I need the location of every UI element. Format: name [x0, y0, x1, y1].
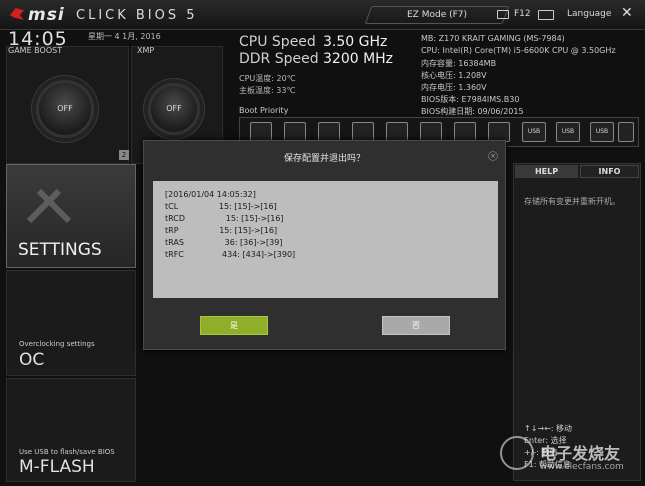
motherboard-temperature: 主板温度: 33℃: [239, 86, 296, 95]
boot-device-usb-icon[interactable]: [454, 122, 476, 142]
change-line: tRP 15: [15]->[16]: [165, 226, 278, 235]
tab-info[interactable]: INFO: [580, 165, 639, 178]
boot-device-usb[interactable]: USB: [556, 122, 580, 142]
ez-mode-label: EZ Mode (F7): [406, 10, 468, 20]
boot-priority-label: Boot Priority: [239, 106, 289, 115]
boot-device-usb[interactable]: USB: [590, 122, 614, 142]
menu-mflash-label: M-FLASH: [19, 457, 95, 477]
tab-help[interactable]: HELP: [515, 165, 578, 178]
game-boost-state: OFF: [57, 104, 73, 113]
change-line: tRFC 434: [434]->[390]: [165, 250, 296, 259]
change-line: tRAS 36: [36]->[39]: [165, 238, 283, 247]
watermark-logo-icon: [500, 436, 534, 470]
cpu-speed-value: 3.50 GHz: [323, 34, 388, 50]
screenshot-key-label[interactable]: F12: [514, 9, 531, 19]
dialog-close-icon[interactable]: ×: [488, 151, 498, 161]
ddr-speed-label: DDR Speed: [239, 51, 319, 67]
no-button[interactable]: 否: [382, 316, 450, 335]
clock-date: 星期一 4 1月, 2016: [88, 32, 161, 41]
language-icon[interactable]: [538, 10, 554, 20]
boot-device-usb[interactable]: USB: [522, 122, 546, 142]
msi-logo: msi: [28, 5, 65, 25]
menu-mflash-description: Use USB to flash/save BIOS: [19, 448, 115, 456]
game-boost-badge: 2: [119, 150, 129, 160]
change-line: tCL 15: [15]->[16]: [165, 202, 277, 211]
sysinfo-memory: 内存容量: 16384MB: [421, 59, 497, 68]
game-boost-knob[interactable]: OFF: [36, 80, 94, 138]
boot-device-hdd-icon[interactable]: [250, 122, 272, 142]
language-button[interactable]: Language: [567, 9, 611, 19]
click-bios-title: CLICK BIOS 5: [76, 8, 198, 23]
dialog-change-list: [2016/01/04 14:05:32] tCL 15: [15]->[16]…: [153, 181, 498, 298]
boot-device-disc-icon[interactable]: [488, 122, 510, 142]
yes-button[interactable]: 是: [200, 316, 268, 335]
camera-icon[interactable]: [497, 10, 509, 19]
xmp-knob[interactable]: OFF: [148, 83, 200, 135]
cpu-temperature: CPU温度: 20℃: [239, 74, 296, 83]
menu-oc-label: OC: [19, 350, 45, 370]
menu-settings-label: SETTINGS: [18, 240, 102, 260]
xmp-state: OFF: [166, 104, 182, 113]
watermark-url: www.elecfans.com: [540, 462, 624, 472]
boot-device-card-icon[interactable]: [618, 122, 634, 142]
sysinfo-bios-date: BIOS构建日期: 09/06/2015: [421, 107, 524, 116]
sysinfo-core-voltage: 核心电压: 1.208V: [421, 71, 487, 80]
cpu-speed-label: CPU Speed: [239, 34, 316, 50]
boot-device-disc-icon[interactable]: [420, 122, 442, 142]
xmp-label: XMP: [137, 46, 155, 55]
ez-mode-button[interactable]: EZ Mode (F7): [364, 6, 510, 24]
change-timestamp: [2016/01/04 14:05:32]: [165, 190, 256, 199]
dialog-title: 保存配置并退出吗？: [283, 154, 365, 164]
tools-icon: [26, 188, 72, 224]
watermark-text: 电子发烧友: [540, 444, 621, 463]
help-text: 存储所有变更并重新开机。: [524, 197, 620, 206]
game-boost-label: GAME BOOST: [8, 46, 63, 55]
change-line: tRCD 15: [15]->[16]: [165, 214, 284, 223]
sysinfo-bios-version: BIOS版本: E7984IMS.B30: [421, 95, 520, 104]
sysinfo-memory-voltage: 内存电压: 1.360V: [421, 83, 487, 92]
boot-device-disc-icon[interactable]: [284, 122, 306, 142]
boot-device-usb-icon[interactable]: [386, 122, 408, 142]
boot-device-disc-icon[interactable]: [352, 122, 374, 142]
close-icon[interactable]: ✕: [621, 5, 633, 21]
key-help-move: ↑↓→←: 移动: [524, 424, 573, 433]
ddr-speed-value: 3200 MHz: [323, 51, 394, 67]
boot-device-usb-icon[interactable]: [318, 122, 340, 142]
menu-oc-description: Overclocking settings: [19, 340, 95, 348]
sysinfo-cpu: CPU: Intel(R) Core(TM) i5-6600K CPU @ 3.…: [421, 46, 616, 55]
sysinfo-mb: MB: Z170 KRAIT GAMING (MS-7984): [421, 34, 565, 43]
